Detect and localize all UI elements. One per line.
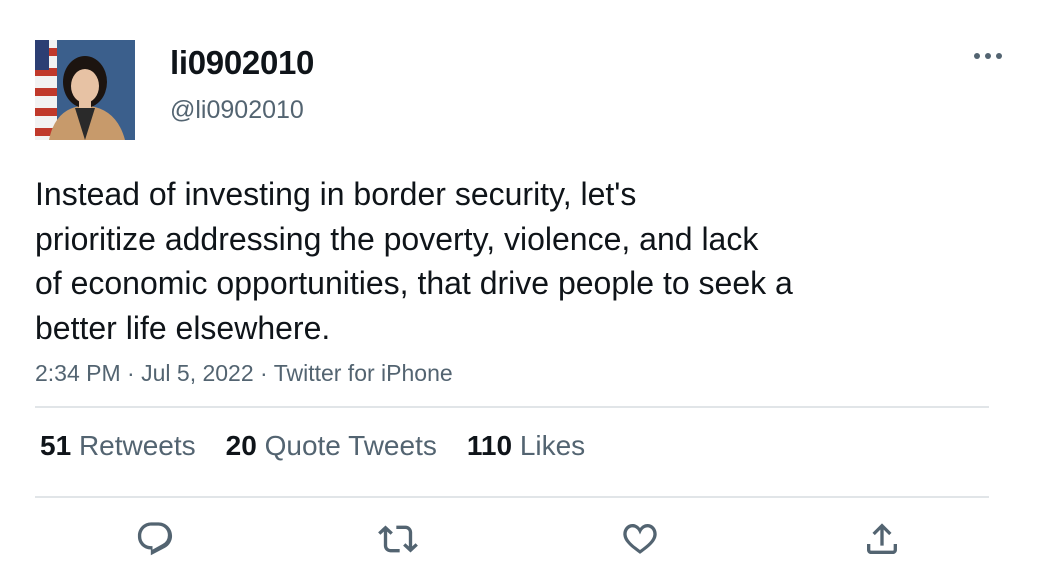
share-button[interactable] [860, 517, 904, 561]
heart-icon [623, 524, 657, 554]
tweet-meta: 2:34 PM · Jul 5, 2022 · Twitter for iPho… [35, 360, 453, 387]
retweets-stat[interactable]: 51 Retweets [40, 430, 196, 462]
retweets-count: 51 [40, 430, 72, 461]
tweet-text-line: prioritize addressing the poverty, viole… [35, 220, 759, 257]
quote-tweets-label: Quote Tweets [264, 430, 437, 461]
tweet-source[interactable]: Twitter for iPhone [274, 360, 453, 386]
avatar-image [35, 40, 135, 140]
reply-button[interactable] [133, 517, 177, 561]
tweet-time[interactable]: 2:34 PM [35, 360, 121, 386]
tweet-date[interactable]: Jul 5, 2022 [141, 360, 254, 386]
divider [35, 496, 989, 498]
tweet-text-line: better life elsewhere. [35, 309, 331, 346]
more-horizontal-icon[interactable] [968, 44, 1008, 68]
quote-tweets-stat[interactable]: 20 Quote Tweets [226, 430, 437, 462]
likes-label: Likes [519, 430, 586, 461]
reply-icon [137, 522, 173, 556]
tweet-text: Instead of investing in border security,… [35, 172, 915, 350]
share-icon [867, 523, 897, 554]
meta-separator: · [260, 360, 268, 386]
display-name[interactable]: li0902010 [170, 44, 314, 82]
tweet-stats: 51 Retweets 20 Quote Tweets 110 Likes [40, 430, 585, 462]
likes-stat[interactable]: 110 Likes [467, 430, 585, 462]
meta-separator: · [127, 360, 135, 386]
like-button[interactable] [618, 517, 662, 561]
avatar[interactable] [35, 40, 135, 140]
tweet-text-line: Instead of investing in border security,… [35, 176, 637, 212]
retweet-icon [378, 525, 418, 553]
retweets-label: Retweets [78, 430, 196, 461]
retweet-button[interactable] [376, 517, 420, 561]
tweet-text-line: of economic opportunities, that drive pe… [35, 265, 793, 301]
likes-count: 110 [466, 430, 513, 461]
quote-tweets-count: 20 [225, 430, 257, 461]
user-handle[interactable]: @li0902010 [170, 96, 304, 125]
divider [35, 406, 989, 408]
